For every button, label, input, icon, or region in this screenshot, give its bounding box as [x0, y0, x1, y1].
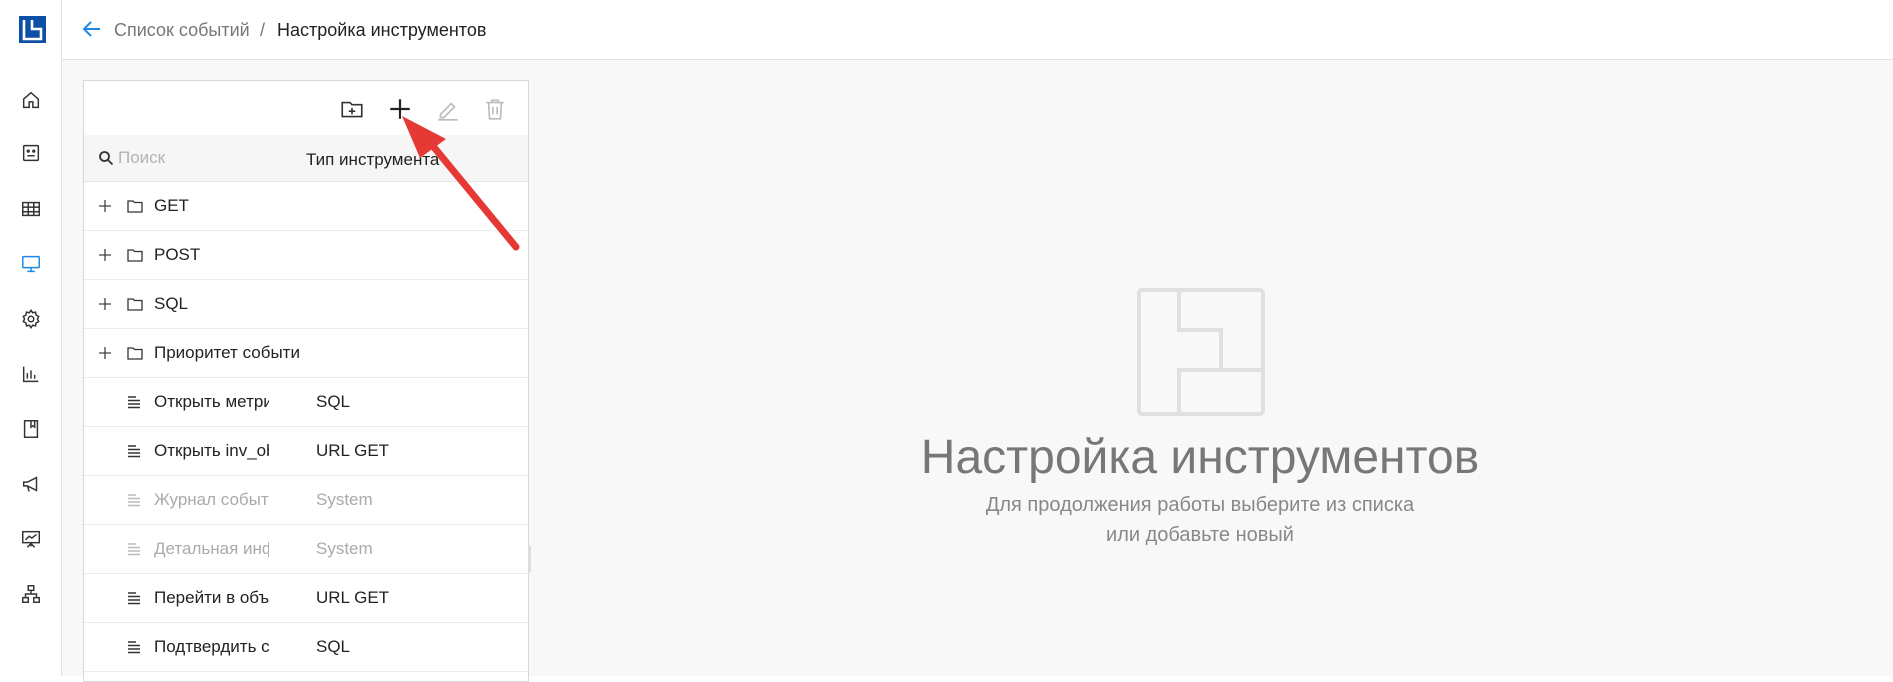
row-name: Приоритет событи [154, 343, 300, 362]
add-folder-icon [341, 101, 363, 118]
row-type: URL GET [316, 441, 390, 460]
pencil-icon [438, 102, 458, 121]
top-bar: Список событий / Настройка инструментов [62, 0, 1893, 60]
expand-plus-icon[interactable] [97, 247, 113, 263]
tool-lines-icon [128, 543, 140, 556]
row-type: SQL [316, 392, 351, 411]
row-name: GET [154, 196, 189, 215]
badge-icon[interactable] [19, 141, 43, 165]
row-name: Подтвердить собы [154, 637, 269, 656]
row-type: SQL [316, 637, 351, 656]
folder-icon [127, 347, 143, 360]
row-name: POST [154, 245, 201, 264]
bar-chart-icon[interactable] [19, 362, 43, 386]
folder-row[interactable]: GET [84, 182, 528, 231]
hierarchy-icon[interactable] [19, 582, 43, 606]
tools-list-panel: Тип инструмента GET POST SQL Приоритет собы… [83, 80, 529, 682]
row-name: Перейти в объект [154, 588, 269, 607]
breadcrumb-current: Настройка инструментов [277, 20, 487, 40]
panel-resize-handle[interactable] [528, 546, 531, 572]
add-folder-button[interactable] [338, 95, 366, 123]
list-toolbar [84, 81, 528, 135]
tool-row[interactable]: Подтвердить собы SQL [84, 623, 528, 672]
tool-row[interactable]: Детальная информ System [84, 525, 528, 574]
empty-state-line-2: или добавьте новый [1106, 524, 1294, 546]
empty-state-message: Для продолжения работы выберите из списк… [800, 490, 1600, 550]
folder-row[interactable]: SQL [84, 280, 528, 329]
tool-lines-icon [128, 592, 140, 605]
row-type: System [316, 539, 373, 558]
folder-icon [127, 249, 143, 262]
trash-icon [486, 99, 504, 120]
breadcrumb-separator: / [260, 20, 266, 40]
search-input[interactable] [118, 145, 278, 171]
row-name: Открыть inv_obj_id [154, 441, 269, 460]
row-name: Журнал события [154, 490, 269, 509]
tool-type-column-header[interactable]: Тип инструмента [306, 150, 439, 170]
folder-row[interactable]: Приоритет событи [84, 329, 528, 378]
sidebar [0, 0, 62, 676]
edit-button[interactable] [434, 95, 462, 123]
tool-row[interactable]: Открыть метрику SQL [84, 378, 528, 427]
expand-plus-icon[interactable] [97, 345, 113, 361]
tool-lines-icon [128, 396, 140, 409]
breadcrumb-parent-link[interactable]: Список событий [114, 20, 250, 41]
megaphone-icon[interactable] [19, 472, 43, 496]
tools-tree: GET POST SQL Приоритет событи Открыть метрик… [84, 182, 528, 672]
plus-icon [390, 99, 410, 119]
folder-icon [127, 200, 143, 213]
empty-state-line-1: Для продолжения работы выберите из списк… [985, 494, 1415, 516]
presentation-chart-icon[interactable] [19, 527, 43, 551]
row-name: Открыть метрику [154, 392, 269, 411]
monitor-icon[interactable] [19, 252, 43, 276]
app-logo[interactable] [19, 16, 46, 43]
folder-row[interactable]: POST [84, 231, 528, 280]
row-name: Детальная информ [154, 539, 269, 558]
delete-button[interactable] [481, 95, 509, 123]
expand-plus-icon[interactable] [97, 198, 113, 214]
table-icon[interactable] [19, 197, 43, 221]
back-arrow-icon[interactable] [80, 17, 104, 41]
gear-icon[interactable] [19, 307, 43, 331]
row-name: SQL [154, 294, 189, 313]
empty-state-logo-icon [1137, 288, 1265, 416]
tool-lines-icon [128, 494, 140, 507]
folder-icon [127, 298, 143, 311]
empty-state-title: Настройка инструментов [920, 431, 1480, 484]
row-type: URL GET [316, 588, 390, 607]
tool-row[interactable]: Перейти в объект URL GET [84, 574, 528, 623]
tool-lines-icon [128, 641, 140, 654]
tool-row[interactable]: Открыть inv_obj_id URL GET [84, 427, 528, 476]
row-type: System [316, 490, 373, 509]
tool-row[interactable]: Журнал события System [84, 476, 528, 525]
filter-row: Тип инструмента [84, 135, 528, 182]
home-icon[interactable] [19, 88, 43, 112]
search-icon [99, 151, 114, 166]
book-icon[interactable] [19, 417, 43, 441]
expand-plus-icon[interactable] [97, 296, 113, 312]
tool-lines-icon [128, 445, 140, 458]
add-tool-button[interactable] [386, 95, 414, 123]
